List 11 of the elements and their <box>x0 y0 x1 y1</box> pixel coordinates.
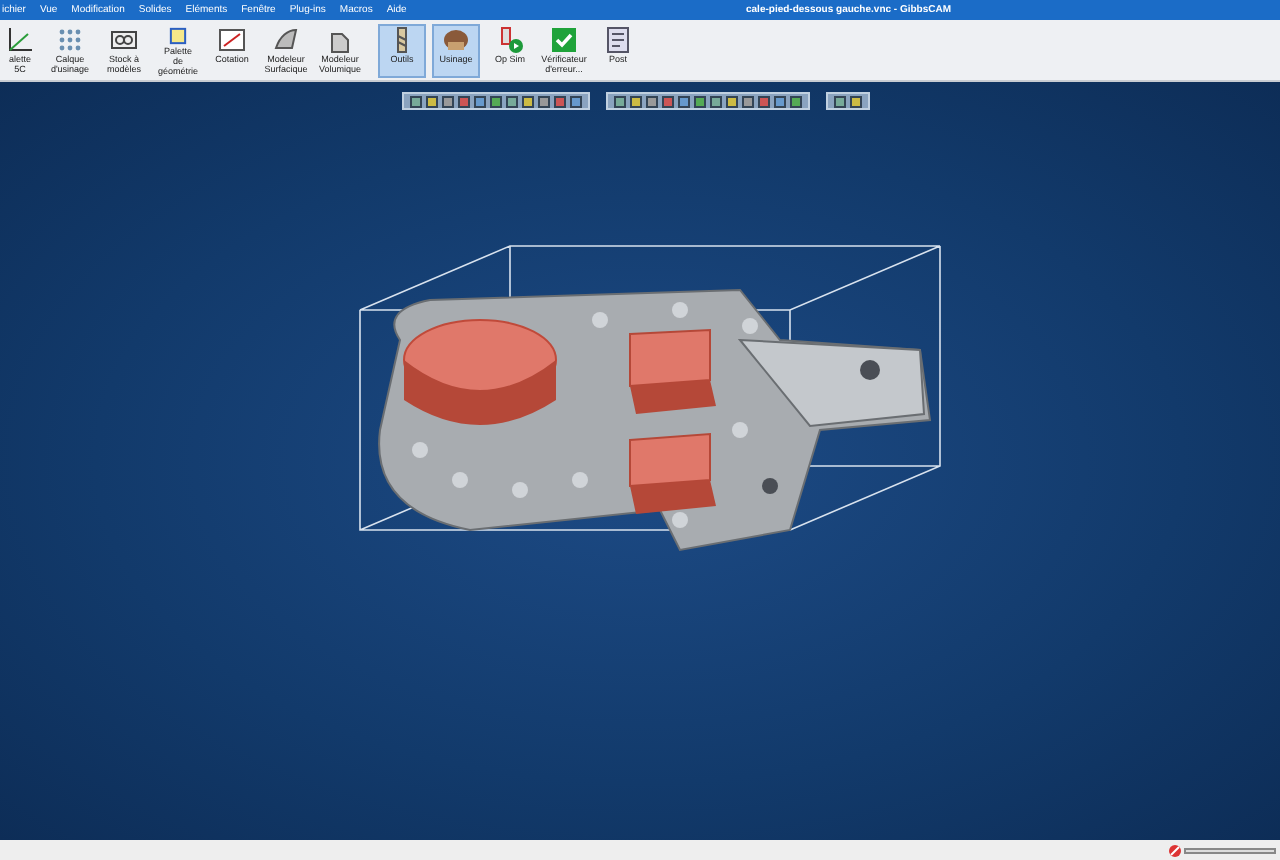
surface-icon <box>272 26 300 54</box>
prohibited-icon <box>1168 843 1182 857</box>
dimension-icon <box>218 26 246 54</box>
simulation-icon <box>496 26 524 54</box>
grid-dots-icon <box>56 26 84 54</box>
square-points-icon <box>164 26 192 46</box>
machining-icon <box>442 26 470 54</box>
axes-icon <box>6 26 34 54</box>
checkmark-icon <box>550 26 578 54</box>
post-document-icon <box>604 26 632 54</box>
stock-icon <box>110 26 138 54</box>
